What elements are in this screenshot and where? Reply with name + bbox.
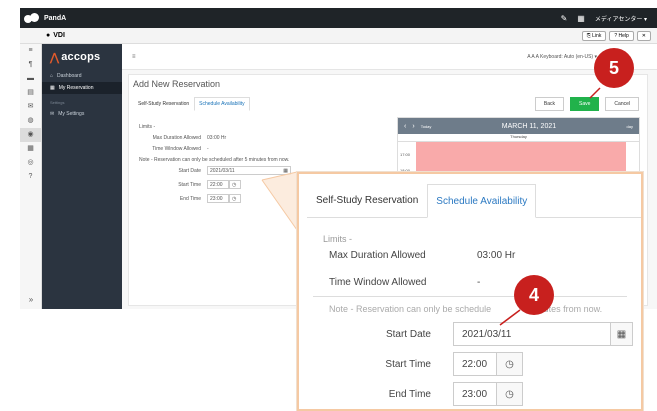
step-5-callout: 5 — [594, 48, 634, 88]
callout-5-pointer — [589, 87, 601, 99]
screenshot-root: PandA ✎ ▦ メディアセンター ▾ ● VDI ⎘ Link ? Help… — [0, 0, 657, 411]
step-4-callout: 4 — [514, 275, 554, 315]
